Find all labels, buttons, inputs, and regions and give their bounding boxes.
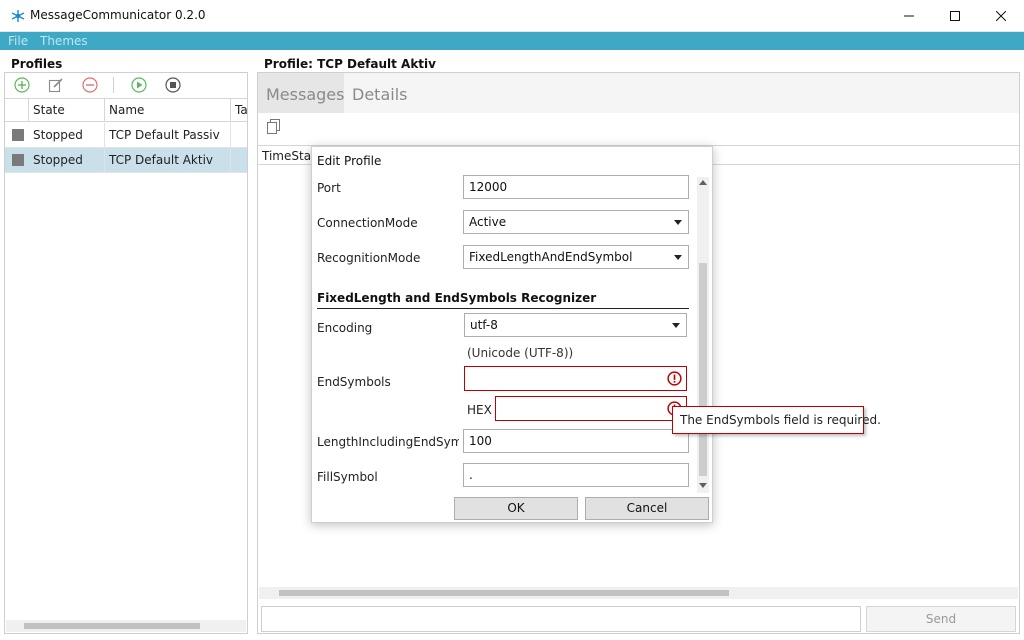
header-name[interactable]: Name (105, 99, 231, 121)
close-button[interactable] (978, 0, 1024, 32)
header-spacer (5, 99, 29, 121)
end-symbols-label: EndSymbols (317, 375, 391, 389)
stop-icon[interactable] (165, 77, 181, 93)
table-row[interactable]: Stopped TCP Default Passiv (5, 123, 247, 148)
app-logo-icon (11, 10, 25, 22)
menu-bar: File Themes (0, 32, 1024, 50)
validation-tooltip: The EndSymbols field is required. (672, 406, 881, 434)
profile-view-title: Profile: TCP Default Aktiv (264, 57, 436, 71)
scroll-up-icon[interactable] (699, 180, 707, 185)
window-title: MessageCommunicator 0.2.0 (30, 8, 206, 22)
connection-mode-value: Active (469, 215, 507, 229)
recognition-mode-value: FixedLengthAndEndSymbol (469, 250, 633, 264)
profiles-title: Profiles (11, 57, 63, 71)
recognition-mode-select[interactable]: FixedLengthAndEndSymbol (463, 245, 689, 269)
dialog-vertical-scrollbar[interactable] (697, 177, 709, 493)
add-profile-icon[interactable] (14, 77, 30, 93)
hex-label: HEX (467, 403, 492, 417)
tabs-bar: Messages Details (258, 73, 1019, 113)
minimize-icon (904, 15, 914, 17)
encoding-select[interactable]: utf-8 (464, 313, 687, 337)
title-bar: MessageCommunicator 0.2.0 (0, 0, 1024, 32)
length-label: LengthIncludingEndSymbo (317, 435, 459, 449)
ok-button[interactable]: OK (454, 497, 578, 520)
row-name: TCP Default Passiv (105, 123, 231, 147)
minimize-button[interactable] (886, 0, 932, 32)
state-indicator (12, 154, 24, 166)
scroll-down-icon[interactable] (699, 483, 707, 488)
dialog-title: Edit Profile (317, 154, 382, 168)
connection-mode-select[interactable]: Active (463, 210, 689, 234)
chevron-down-icon (674, 255, 682, 260)
menu-themes[interactable]: Themes (40, 34, 88, 48)
port-label: Port (317, 181, 341, 195)
connection-mode-label: ConnectionMode (317, 216, 418, 230)
toolbar-separator (113, 77, 114, 93)
header-state[interactable]: State (29, 99, 105, 121)
error-icon (667, 371, 682, 386)
header-target[interactable]: Ta (231, 99, 247, 121)
state-indicator (12, 129, 24, 141)
edit-profile-dialog: Edit Profile Port 12000 ConnectionMode A… (311, 146, 713, 523)
profiles-horizontal-scrollbar[interactable] (6, 620, 246, 632)
copy-icon[interactable] (267, 119, 281, 135)
scrollbar-thumb[interactable] (24, 623, 200, 629)
hex-input[interactable] (495, 396, 687, 421)
message-input[interactable] (261, 606, 861, 632)
send-button[interactable]: Send (866, 606, 1016, 632)
table-row-selected[interactable]: Stopped TCP Default Aktiv (5, 148, 247, 173)
encoding-label: Encoding (317, 321, 373, 335)
row-name: TCP Default Aktiv (105, 148, 231, 172)
encoding-value: utf-8 (470, 318, 498, 332)
end-symbols-input[interactable] (464, 366, 687, 391)
fill-symbol-label: FillSymbol (317, 470, 378, 484)
tab-details[interactable]: Details (352, 85, 407, 104)
maximize-icon (950, 11, 960, 21)
fill-symbol-input[interactable]: . (463, 463, 689, 487)
scrollbar-thumb[interactable] (279, 590, 729, 596)
chevron-down-icon (672, 323, 680, 328)
recognition-mode-label: RecognitionMode (317, 251, 421, 265)
row-state: Stopped (29, 148, 105, 172)
close-icon (996, 11, 1006, 21)
recognizer-section-title: FixedLength and EndSymbols Recognizer (317, 291, 689, 309)
port-input[interactable]: 12000 (463, 175, 689, 199)
profiles-grid-header: State Name Ta (5, 98, 247, 122)
encoding-hint: (Unicode (UTF-8)) (467, 346, 574, 360)
remove-profile-icon[interactable] (82, 77, 98, 93)
menu-file[interactable]: File (8, 34, 28, 48)
chevron-down-icon (674, 220, 682, 225)
cancel-button[interactable]: Cancel (585, 497, 709, 520)
edit-profile-icon[interactable] (48, 77, 64, 93)
tab-messages[interactable]: Messages (266, 85, 344, 104)
messages-horizontal-scrollbar[interactable] (259, 587, 1018, 599)
scrollbar-thumb[interactable] (699, 263, 707, 476)
length-input[interactable]: 100 (463, 429, 689, 453)
profiles-panel: State Name Ta Stopped TCP Default Passiv… (4, 72, 248, 634)
row-state: Stopped (29, 123, 105, 147)
maximize-button[interactable] (932, 0, 978, 32)
start-icon[interactable] (131, 77, 147, 93)
